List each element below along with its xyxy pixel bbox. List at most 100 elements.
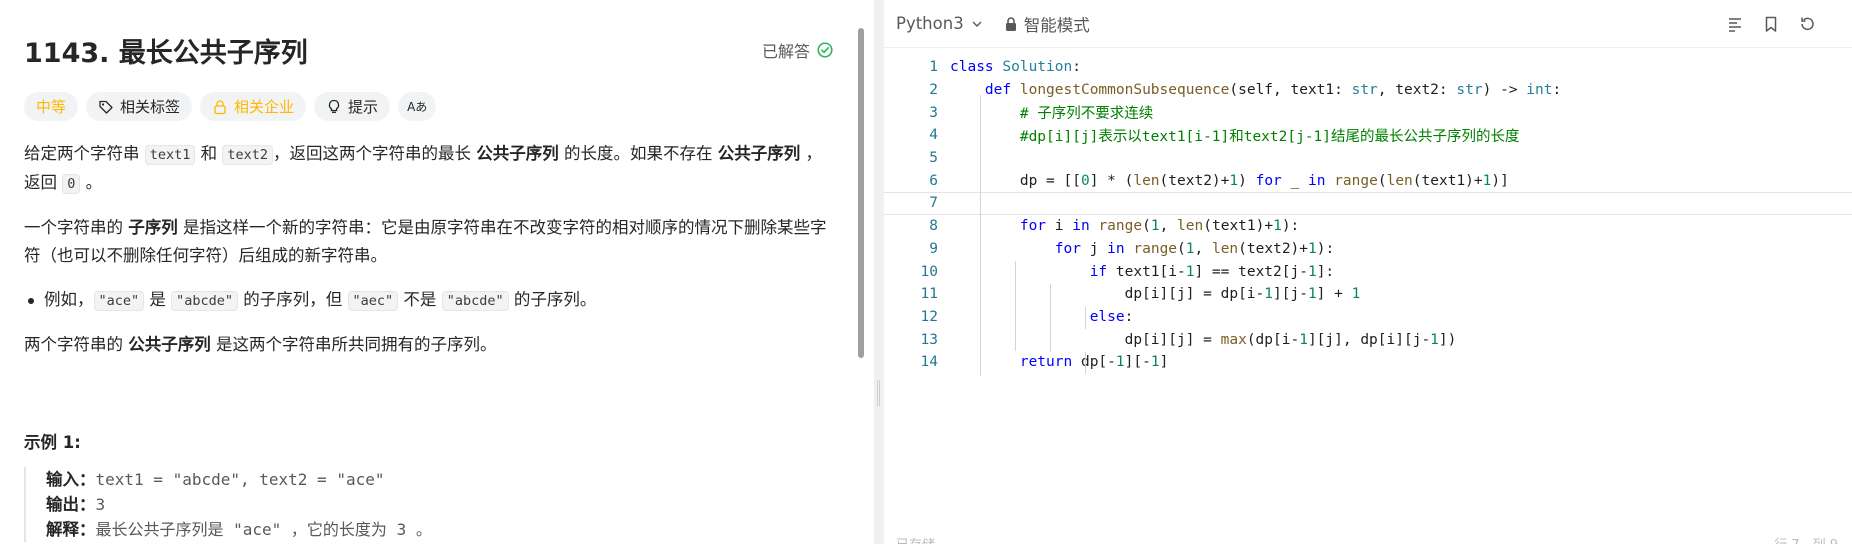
description-scrollbar[interactable] xyxy=(858,28,864,358)
description-paragraph-3: 两个字符串的 公共子序列 是这两个字符串所共同拥有的子序列。 xyxy=(24,331,836,359)
example-input-label: 输入： xyxy=(46,470,96,489)
text: 。 xyxy=(80,173,103,192)
lock-icon xyxy=(214,99,226,114)
code-line-active: 7 xyxy=(884,192,1852,215)
code-line: 6 dp = [[0] * (len(text2)+1) for _ in ra… xyxy=(884,169,1852,192)
problem-title: 1143. 最长公共子序列 xyxy=(24,37,308,69)
text: ，返回这两个字符串的最长 xyxy=(273,144,477,163)
settings-icon[interactable] xyxy=(1832,13,1840,35)
example-explain-value: 最长公共子序列是 "ace" ，它的长度为 3 。 xyxy=(95,520,432,539)
companies-tag-label: 相关企业 xyxy=(234,98,295,116)
tag-row: 中等 相关标签 相关企业 提示 Aあ xyxy=(24,92,836,121)
indent-guide xyxy=(1015,261,1016,351)
text: 例如， xyxy=(44,290,94,309)
format-code-icon[interactable] xyxy=(1724,13,1746,35)
code-line: 3 # 子序列不要求连续 xyxy=(884,101,1852,124)
lightbulb-icon xyxy=(328,99,340,113)
title-row: 1143. 最长公共子序列 已解答 xyxy=(24,30,836,70)
text: 一个字符串的 xyxy=(24,218,129,237)
reset-code-icon[interactable] xyxy=(1796,13,1818,35)
text: 不是 xyxy=(398,290,442,309)
code-text: if text1[i-1] == text2[j-1]: xyxy=(1089,263,1335,280)
smart-mode-toggle[interactable]: 智能模式 xyxy=(1004,12,1090,36)
inline-code: 0 xyxy=(62,174,81,194)
line-number: 4 xyxy=(929,127,938,144)
bold-term: 公共子序列 xyxy=(717,144,801,163)
code-text: class Solution: xyxy=(950,59,1081,76)
description-paragraph-1: 给定两个字符串 text1 和 text2 ，返回这两个字符串的最长 公共子序列 … xyxy=(24,140,836,198)
description-paragraph-2: 一个字符串的 子序列 是指这样一个新的字符串：它是由原字符串在不改变字符的相对顺… xyxy=(24,214,836,270)
code-editor[interactable]: 1 class Solution: 2 def longestCommonSub… xyxy=(884,48,1852,376)
difficulty-tag[interactable]: 中等 xyxy=(24,92,79,121)
text: 的长度。如果不存在 xyxy=(558,144,718,163)
code-text: return dp[-1][-1] xyxy=(1019,354,1169,371)
code-line: 5 xyxy=(884,147,1852,170)
code-panel: Python3 智能模式 1 class Solution: 2 def lon… xyxy=(884,0,1852,544)
line-number: 14 xyxy=(920,354,938,371)
indent-guide xyxy=(1085,307,1086,329)
code-line: 2 def longestCommonSubsequence(self, tex… xyxy=(884,79,1852,102)
line-number: 12 xyxy=(920,308,938,325)
example-title: 示例 1: xyxy=(24,433,81,452)
indent-guide xyxy=(980,95,981,376)
problem-panel: 1143. 最长公共子序列 已解答 中等 相关标签 相关企业 提示 Aあ 给定两… xyxy=(0,0,874,544)
lock-icon xyxy=(1005,16,1016,31)
inline-code: "ace" xyxy=(93,291,145,311)
list-item: 例如， "ace" 是 "abcde" 的子序列，但 "aec" 不是 "abcd… xyxy=(24,286,836,315)
text: 的子序列，但 xyxy=(238,290,348,309)
resize-grip-icon xyxy=(877,380,880,406)
code-text: #dp[i][j]表示以text1[i-1]和text2[j-1]结尾的最长公共… xyxy=(1019,128,1520,145)
hint-button[interactable]: 提示 xyxy=(314,92,391,121)
code-text: def longestCommonSubsequence(self, text1… xyxy=(984,82,1562,99)
example-output-value: 3 xyxy=(95,495,106,514)
solved-label: 已解答 xyxy=(761,42,810,61)
solved-status[interactable]: 已解答 xyxy=(762,38,834,62)
chevron-down-icon xyxy=(972,21,982,27)
code-line: 4 #dp[i][j]表示以text1[i-1]和text2[j-1]结尾的最长… xyxy=(884,124,1852,147)
line-number: 6 xyxy=(929,172,938,189)
inline-code: text1 xyxy=(144,145,196,165)
inline-code: "abcde" xyxy=(171,291,239,311)
code-text: dp = [[0] * (len(text2)+1) for _ in rang… xyxy=(950,172,1509,189)
line-number: 1 xyxy=(929,59,938,76)
example-explain-label: 解释： xyxy=(46,520,96,539)
example-explanation: 解释：最长公共子序列是 "ace" ，它的长度为 3 。 xyxy=(46,517,836,542)
code-line: 13 dp[i][j] = max(dp[i-1][j], dp[i][j-1]… xyxy=(884,328,1852,351)
bold-term: 子序列 xyxy=(128,218,178,237)
code-line: 8 for i in range(1, len(text1)+1): xyxy=(884,215,1852,238)
example-output: 输出：3 xyxy=(46,492,836,517)
code-text: dp[i][j] = dp[i-1][j-1] + 1 xyxy=(950,286,1361,303)
line-number: 7 xyxy=(929,195,938,212)
code-line: 9 for j in range(1, len(text2)+1): xyxy=(884,238,1852,261)
line-number: 13 xyxy=(920,331,938,348)
code-line: 12 else: xyxy=(884,306,1852,329)
inline-code: text2 xyxy=(222,145,274,165)
bold-term: 公共子序列 xyxy=(128,335,211,354)
line-number: 5 xyxy=(929,150,938,167)
indent-guide xyxy=(1050,284,1051,352)
bookmark-icon[interactable] xyxy=(1760,13,1782,35)
bullet-dot xyxy=(28,298,34,304)
code-line: 14 return dp[-1][-1] xyxy=(884,351,1852,374)
example-box: 输入：text1 = "abcde", text2 = "ace" 输出：3 解… xyxy=(24,467,836,542)
tag-icon xyxy=(99,100,113,114)
editor-toolbar: Python3 智能模式 xyxy=(884,0,1852,48)
text: 是这两个字符串所共同拥有的子序列。 xyxy=(210,335,497,354)
save-status: 已存储 xyxy=(896,534,935,544)
code-text: for i in range(1, len(text1)+1): xyxy=(1019,218,1300,235)
toolbar-actions xyxy=(1724,13,1840,35)
mode-label: 智能模式 xyxy=(1023,15,1090,35)
companies-tag-button[interactable]: 相关企业 xyxy=(200,92,307,121)
code-line: 10 if text1[i-1] == text2[j-1]: xyxy=(884,260,1852,283)
language-label: Python3 xyxy=(896,14,964,33)
line-number: 11 xyxy=(920,286,938,303)
topics-tag-button[interactable]: 相关标签 xyxy=(86,92,193,121)
code-text: dp[i][j] = max(dp[i-1][j], dp[i][j-1]) xyxy=(950,331,1457,348)
language-select[interactable]: Python3 xyxy=(896,14,984,33)
inline-code: "abcde" xyxy=(441,291,509,311)
problem-description: 给定两个字符串 text1 和 text2 ，返回这两个字符串的最长 公共子序列 … xyxy=(24,140,836,359)
panel-resize-handle[interactable] xyxy=(874,0,884,544)
translate-button[interactable]: Aあ xyxy=(398,92,437,121)
line-number: 10 xyxy=(920,263,938,280)
